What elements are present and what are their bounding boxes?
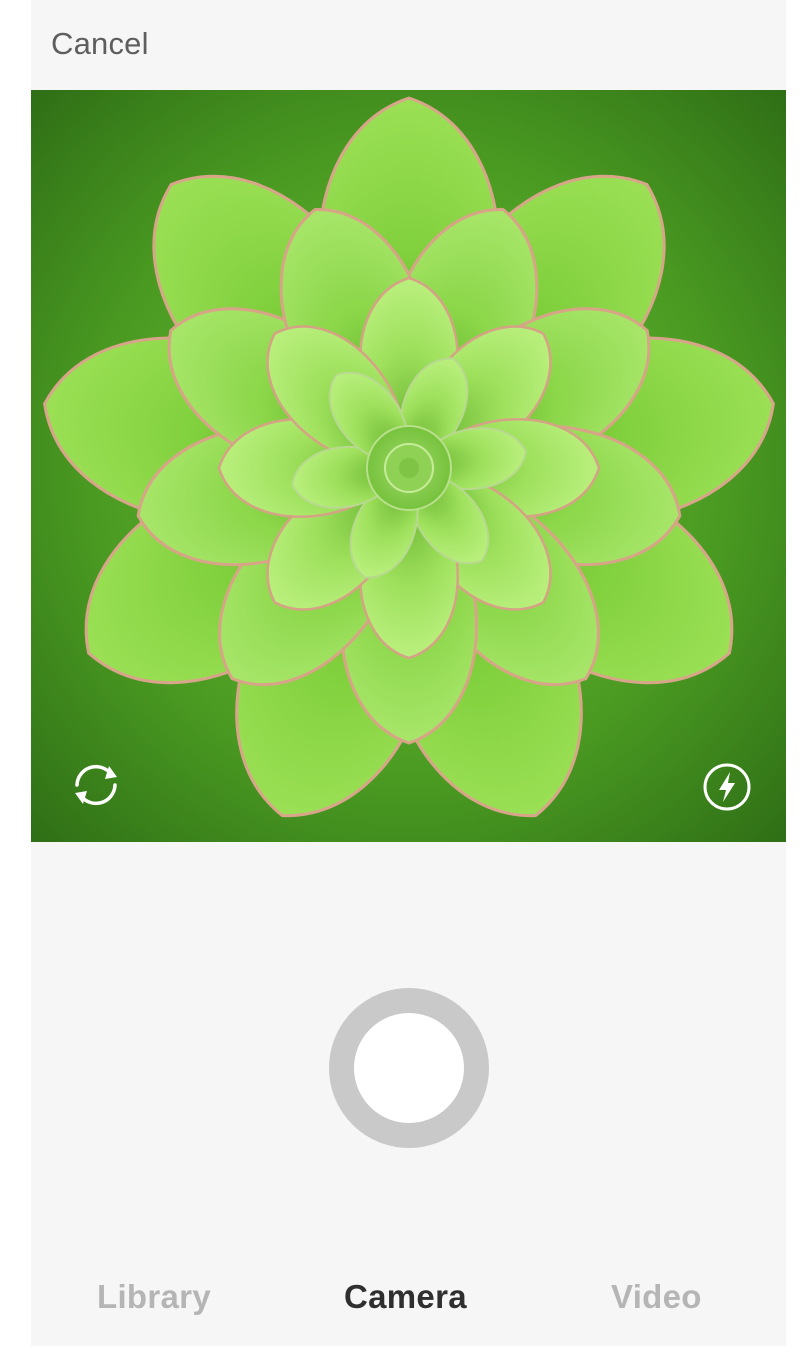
cancel-button[interactable]: Cancel bbox=[51, 26, 149, 62]
camera-flip-icon[interactable] bbox=[65, 754, 127, 816]
shutter-button[interactable] bbox=[329, 988, 489, 1148]
tab-video[interactable]: Video bbox=[611, 1278, 702, 1316]
camera-viewfinder[interactable] bbox=[31, 90, 786, 842]
tab-camera[interactable]: Camera bbox=[344, 1278, 467, 1316]
top-bar: Cancel bbox=[31, 0, 786, 90]
mode-tabs: Library Camera Video bbox=[31, 1250, 786, 1346]
succulent-photo bbox=[31, 90, 786, 842]
shutter-area bbox=[31, 842, 786, 1242]
flash-icon[interactable] bbox=[696, 756, 758, 818]
tab-library[interactable]: Library bbox=[97, 1278, 211, 1316]
camera-screen: Cancel Library Camera Video bbox=[31, 0, 786, 1346]
